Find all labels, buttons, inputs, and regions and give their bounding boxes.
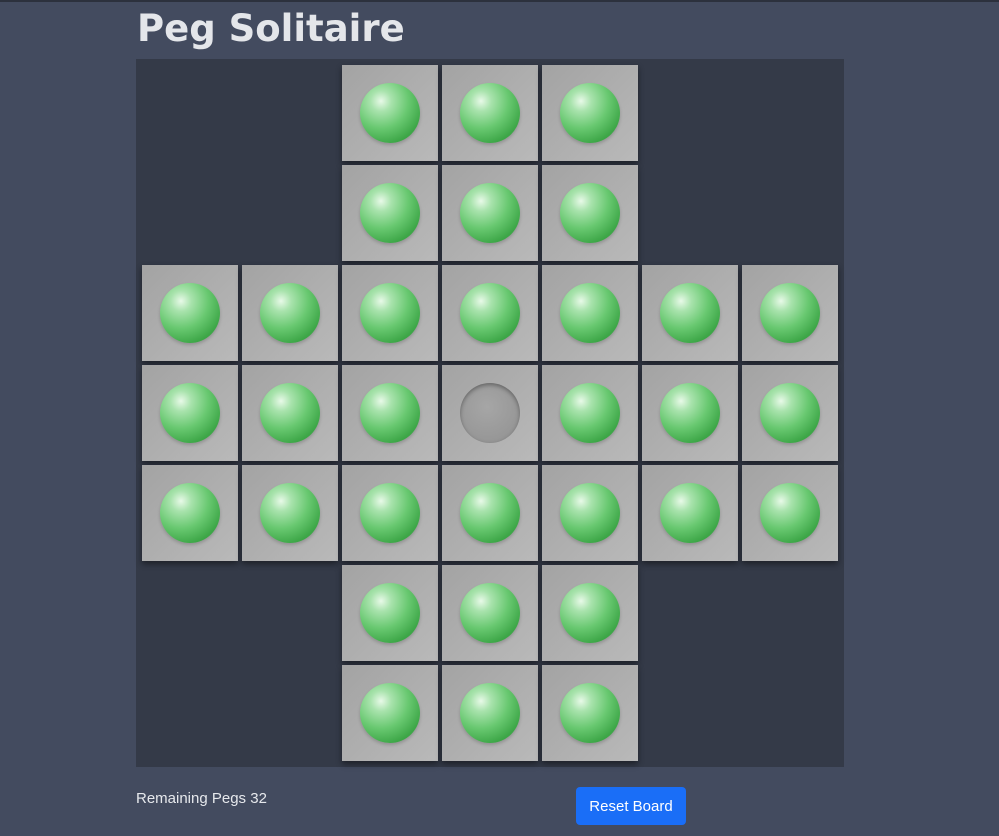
board-cell[interactable] — [542, 165, 638, 261]
board-cell[interactable] — [642, 265, 738, 361]
peg — [360, 683, 420, 743]
peg — [760, 483, 820, 543]
peg — [460, 183, 520, 243]
board-cell[interactable] — [342, 665, 438, 761]
remaining-pegs-label: Remaining Pegs — [136, 790, 247, 807]
board-cell[interactable] — [242, 365, 338, 461]
peg — [360, 483, 420, 543]
board-cell[interactable] — [542, 265, 638, 361]
peg — [460, 583, 520, 643]
peg — [560, 583, 620, 643]
board-cell[interactable] — [642, 465, 738, 561]
board-cell[interactable] — [442, 265, 538, 361]
board-cell[interactable] — [442, 65, 538, 161]
board-cell[interactable] — [342, 465, 438, 561]
peg — [260, 383, 320, 443]
board-cell[interactable] — [542, 565, 638, 661]
board-cell[interactable] — [642, 365, 738, 461]
peg — [560, 683, 620, 743]
peg — [560, 483, 620, 543]
game-board — [136, 59, 844, 767]
empty-hole — [460, 383, 520, 443]
peg — [560, 83, 620, 143]
peg — [460, 683, 520, 743]
board-cell[interactable] — [442, 565, 538, 661]
peg — [360, 283, 420, 343]
board-cell[interactable] — [142, 465, 238, 561]
top-border — [0, 0, 999, 2]
remaining-pegs-count: 32 — [250, 790, 267, 807]
board-cell[interactable] — [542, 465, 638, 561]
peg — [760, 383, 820, 443]
board-cell[interactable] — [342, 265, 438, 361]
reset-board-button[interactable]: Reset Board — [576, 787, 686, 825]
board-cell[interactable] — [242, 465, 338, 561]
peg — [360, 383, 420, 443]
page-title: Peg Solitaire — [137, 7, 405, 50]
peg — [660, 483, 720, 543]
board-cell[interactable] — [542, 665, 638, 761]
peg — [360, 583, 420, 643]
peg — [160, 283, 220, 343]
peg — [160, 483, 220, 543]
board-cell[interactable] — [442, 165, 538, 261]
board-cell[interactable] — [742, 365, 838, 461]
board-cell[interactable] — [442, 365, 538, 461]
peg — [560, 383, 620, 443]
board-cell[interactable] — [442, 465, 538, 561]
peg — [260, 483, 320, 543]
board-cell[interactable] — [442, 665, 538, 761]
board-cell[interactable] — [742, 265, 838, 361]
peg — [660, 283, 720, 343]
board-cell[interactable] — [342, 165, 438, 261]
board-cell[interactable] — [342, 65, 438, 161]
peg — [460, 483, 520, 543]
board-cell[interactable] — [242, 265, 338, 361]
peg — [560, 283, 620, 343]
remaining-pegs-status: Remaining Pegs 32 — [136, 790, 267, 807]
peg — [160, 383, 220, 443]
board-cell[interactable] — [542, 65, 638, 161]
board-cell[interactable] — [742, 465, 838, 561]
peg — [660, 383, 720, 443]
board-cell[interactable] — [142, 265, 238, 361]
peg — [460, 83, 520, 143]
board-cell[interactable] — [542, 365, 638, 461]
peg — [560, 183, 620, 243]
board-cell[interactable] — [342, 565, 438, 661]
peg — [460, 283, 520, 343]
peg — [360, 83, 420, 143]
peg — [760, 283, 820, 343]
board-cell[interactable] — [342, 365, 438, 461]
peg — [360, 183, 420, 243]
board-cell[interactable] — [142, 365, 238, 461]
peg — [260, 283, 320, 343]
